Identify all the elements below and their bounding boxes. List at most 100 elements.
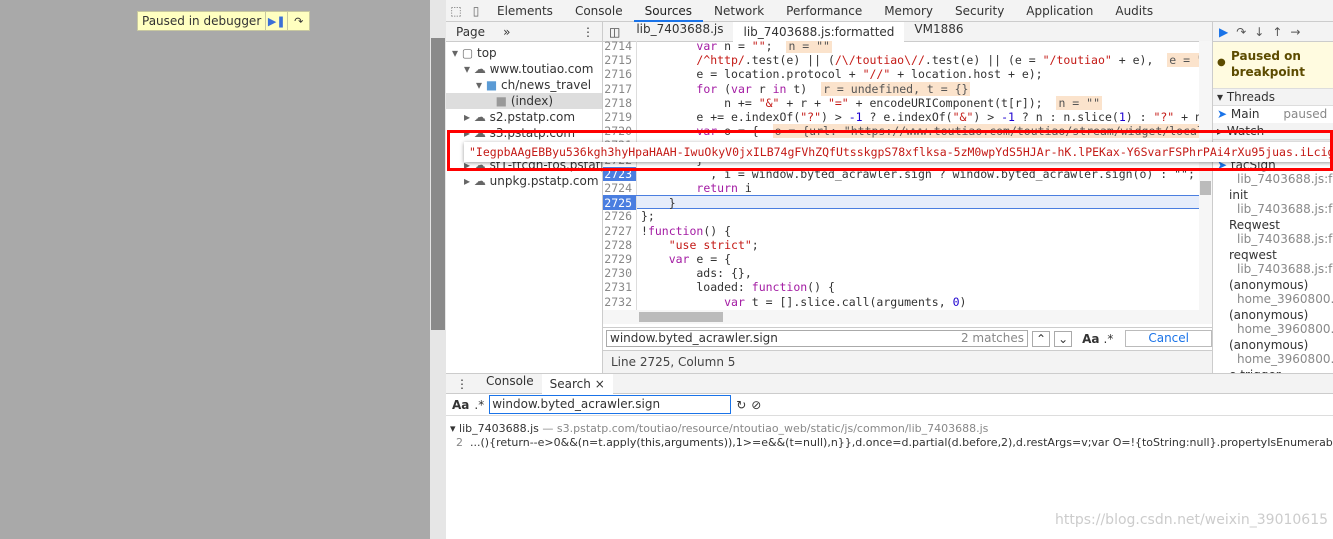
line-number[interactable]: 2728 bbox=[603, 237, 637, 252]
editor-horizontal-scrollbar[interactable] bbox=[603, 310, 1199, 324]
call-frame[interactable]: Reqwestlib_7403688.js:formatted bbox=[1213, 217, 1333, 247]
line-number[interactable]: 2715 bbox=[603, 53, 637, 68]
tab-page[interactable]: Page bbox=[456, 25, 485, 39]
result-file[interactable]: ▾ lib_7403688.js — s3.pstatp.com/toutiao… bbox=[450, 422, 1333, 436]
search-input[interactable]: window.byted_acrawler.sign bbox=[489, 395, 732, 414]
step-into-icon[interactable]: ↓ bbox=[1254, 25, 1264, 39]
code-line[interactable]: 2719 e += e.indexOf("?") > -1 ? e.indexO… bbox=[603, 110, 1199, 125]
tree-item[interactable]: ▾ ▢ top bbox=[446, 45, 602, 61]
paused-status: ● Paused on breakpoint bbox=[1213, 42, 1333, 89]
step-over-icon[interactable]: ↷ bbox=[287, 12, 309, 30]
tree-label: top bbox=[477, 46, 497, 60]
menu-icon[interactable]: ⋮ bbox=[582, 25, 594, 39]
threads-section[interactable]: ▾ Threads bbox=[1213, 89, 1333, 106]
editor-vertical-scrollbar[interactable] bbox=[1199, 41, 1212, 324]
code-line[interactable]: 2725 } bbox=[603, 195, 1199, 211]
code-line[interactable]: 2728 "use strict"; bbox=[603, 237, 1199, 252]
resume-icon[interactable]: ▶ bbox=[1219, 25, 1228, 39]
line-number[interactable]: 2714 bbox=[603, 41, 637, 54]
tab-audits[interactable]: Audits bbox=[1104, 0, 1164, 22]
code-line[interactable]: 2724 return i bbox=[603, 181, 1199, 196]
editor-tab[interactable]: VM1886 bbox=[904, 22, 973, 42]
step-over-icon[interactable]: ↷ bbox=[1236, 25, 1246, 39]
line-number[interactable]: 2718 bbox=[603, 95, 637, 110]
code-line[interactable]: 2718 n += "&" + r + "=" + encodeURICompo… bbox=[603, 95, 1199, 110]
tree-item[interactable]: ▾ ■ ch/news_travel bbox=[446, 77, 602, 93]
tab-application[interactable]: Application bbox=[1015, 0, 1104, 22]
code-line[interactable]: 2726}; bbox=[603, 209, 1199, 224]
line-number[interactable]: 2716 bbox=[603, 67, 637, 82]
line-number[interactable]: 2732 bbox=[603, 294, 637, 309]
drawer-tab-search[interactable]: Search × bbox=[541, 373, 613, 394]
watermark: https://blog.csdn.net/weixin_39010615 bbox=[1055, 512, 1329, 528]
code-text: n += "&" + r + "=" + encodeURIComponent(… bbox=[641, 95, 1102, 110]
tree-item[interactable]: ▾ ☁ www.toutiao.com bbox=[446, 61, 602, 77]
line-number[interactable]: 2726 bbox=[603, 209, 637, 224]
call-frame[interactable]: (anonymous)home_3960800.js:1 bbox=[1213, 307, 1333, 337]
match-case-toggle[interactable]: Aa bbox=[1082, 332, 1099, 346]
next-match-button[interactable]: ⌄ bbox=[1054, 330, 1073, 347]
tab-elements[interactable]: Elements bbox=[486, 0, 564, 22]
code-text: "use strict"; bbox=[668, 237, 759, 252]
code-line[interactable]: 2730 ads: {}, bbox=[603, 266, 1199, 281]
code-line[interactable]: 2717 for (var r in t) r = undefined, t =… bbox=[603, 81, 1199, 96]
tab-sources[interactable]: Sources bbox=[633, 0, 704, 22]
close-icon[interactable]: × bbox=[591, 377, 605, 391]
drawer-menu-icon[interactable]: ⋮ bbox=[446, 377, 478, 391]
regex-toggle[interactable]: .* bbox=[474, 398, 484, 412]
tree-item[interactable]: ▸ ☁ s2.pstatp.com bbox=[446, 109, 602, 125]
cancel-button[interactable]: Cancel bbox=[1125, 330, 1212, 347]
thread-main[interactable]: ➤ Main paused bbox=[1213, 106, 1333, 123]
resume-icon[interactable]: ▶❚ bbox=[265, 12, 287, 30]
editor-tab[interactable]: lib_7403688.js bbox=[626, 22, 733, 42]
line-number[interactable]: 2717 bbox=[603, 81, 637, 96]
clear-icon[interactable]: ⊘ bbox=[751, 398, 761, 412]
regex-toggle[interactable]: .* bbox=[1104, 332, 1114, 346]
code-line[interactable]: 2716 e = location.protocol + "//" + loca… bbox=[603, 67, 1199, 82]
call-frame[interactable]: (anonymous)home_3960800.js:1 bbox=[1213, 277, 1333, 307]
paused-label: Paused in debugger bbox=[142, 14, 262, 28]
line-number[interactable]: 2724 bbox=[603, 181, 637, 196]
tab-security[interactable]: Security bbox=[944, 0, 1015, 22]
cursor-position: Line 2725, Column 5 bbox=[603, 350, 1212, 373]
refresh-icon[interactable]: ↻ bbox=[736, 398, 746, 412]
code-line[interactable]: 2729 var e = { bbox=[603, 252, 1199, 267]
code-line[interactable]: 2732 var t = [].slice.call(arguments, 0) bbox=[603, 294, 1199, 309]
step-icon[interactable]: → bbox=[1290, 25, 1300, 39]
toggle-navigator-icon[interactable]: ◫ bbox=[603, 25, 626, 39]
tree-item[interactable]: ■ (index) bbox=[446, 93, 602, 109]
line-number[interactable]: 2731 bbox=[603, 280, 637, 295]
call-frame[interactable]: (anonymous)home_3960800.js:1 bbox=[1213, 337, 1333, 367]
result-match[interactable]: 2 ...(){return--e>0&&(n=t.apply(this,arg… bbox=[450, 436, 1333, 450]
tab-network[interactable]: Network bbox=[703, 0, 775, 22]
code-line[interactable]: 2714 var n = ""; n = "" bbox=[603, 41, 1199, 54]
call-frame[interactable]: reqwestlib_7403688.js:formatted bbox=[1213, 247, 1333, 277]
tree-item[interactable]: ▸ ☁ unpkg.pstatp.com bbox=[446, 173, 602, 189]
code-text: e = location.protocol + "//" + location.… bbox=[641, 67, 1043, 82]
line-number[interactable]: 2725 bbox=[603, 196, 637, 211]
find-input[interactable]: window.byted_acrawler.sign 2 matches bbox=[606, 330, 1028, 347]
line-number[interactable]: 2729 bbox=[603, 252, 637, 267]
tab-memory[interactable]: Memory bbox=[873, 0, 944, 22]
editor-tab[interactable]: lib_7403688.js:formatted bbox=[733, 21, 905, 42]
code-line[interactable]: 2727 !function() { bbox=[603, 223, 1199, 238]
line-number[interactable]: 2719 bbox=[603, 110, 637, 125]
line-number[interactable]: 2730 bbox=[603, 266, 637, 281]
drawer-tab-console[interactable]: Console bbox=[478, 374, 542, 394]
step-out-icon[interactable]: ↑ bbox=[1272, 25, 1282, 39]
inspect-icon[interactable]: ⬚ bbox=[446, 4, 466, 18]
tree-label: www.toutiao.com bbox=[489, 62, 594, 76]
code-editor[interactable]: 2714 var n = ""; n = "" 2715 /^http/.test… bbox=[603, 41, 1199, 324]
match-case-toggle[interactable]: Aa bbox=[452, 398, 469, 412]
tab-performance[interactable]: Performance bbox=[775, 0, 873, 22]
line-number[interactable]: 2727 bbox=[603, 223, 637, 238]
more-tabs-icon[interactable]: » bbox=[503, 25, 510, 39]
page-scrollbar-thumb[interactable] bbox=[431, 38, 445, 330]
device-toolbar-icon[interactable]: ▯ bbox=[466, 4, 486, 18]
call-frame[interactable]: initlib_7403688.js:formatted bbox=[1213, 187, 1333, 217]
code-line[interactable]: 2715 /^http/.test(e) || (/\/toutiao\//.t… bbox=[603, 53, 1199, 68]
code-line[interactable]: 2731 loaded: function() { bbox=[603, 280, 1199, 295]
tab-console[interactable]: Console bbox=[564, 0, 634, 22]
previous-match-button[interactable]: ⌃ bbox=[1032, 330, 1051, 347]
code-text: return i bbox=[696, 181, 752, 195]
